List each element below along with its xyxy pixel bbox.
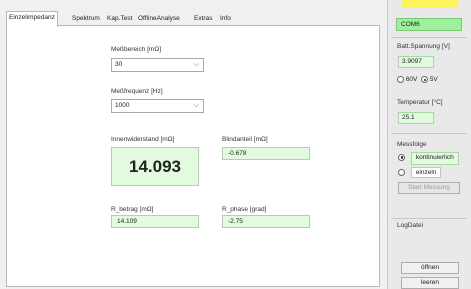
com-port-field[interactable]: COM6 — [396, 18, 462, 31]
logdatei-label: LogDatei — [397, 222, 424, 229]
start-messung-button[interactable]: Start Messung — [398, 182, 460, 194]
messfolge-radio-einzeln[interactable]: einzeln — [398, 167, 442, 178]
r-betrag-value: 14.109 — [111, 215, 199, 228]
status-indicator-strip — [402, 0, 458, 8]
temperatur-label: Temperatur [°C] — [397, 99, 443, 106]
voltage-radio-60v[interactable]: 60V — [397, 76, 417, 83]
blindanteil-label: Blindanteil [mΩ] — [222, 136, 268, 143]
radio-icon — [398, 168, 405, 176]
innenwiderstand-value: 14.093 — [111, 147, 199, 186]
r-phase-label: R_phase [grad] — [222, 206, 267, 213]
batt-spannung-label: Batt.Spannung [V] — [397, 43, 450, 50]
blindanteil-value: -0.678 — [222, 147, 310, 160]
einzeln-label: einzeln — [410, 167, 442, 178]
temperatur-value: 25.1 — [398, 112, 434, 124]
messfrequenz-select[interactable]: 1000 ⌵ — [111, 99, 204, 113]
r-betrag-label: R_betrag [mΩ] — [111, 206, 154, 213]
radio-icon — [397, 76, 404, 83]
open-log-button[interactable]: öffnen — [401, 262, 459, 274]
batt-spannung-value: 3.9097 — [398, 56, 434, 68]
tab-einzelimpedanz[interactable]: Einzelimpedanz — [6, 11, 58, 27]
tab-bar: Einzelimpedanz Spektrum Kap.Test Offline… — [6, 10, 380, 27]
messfolge-radio-kontinuierlich[interactable]: kontinuierlich — [398, 152, 459, 165]
r-phase-value: -2.75 — [222, 215, 310, 228]
voltage-radio-5v[interactable]: 5V — [421, 76, 438, 83]
kontinuierlich-label: kontinuierlich — [410, 152, 459, 165]
radio-selected-icon — [398, 153, 405, 161]
clear-log-button[interactable]: leeren — [401, 277, 459, 289]
divider — [391, 133, 467, 134]
radio-5v-label: 5V — [429, 76, 438, 84]
messfolge-label: Messfolge — [397, 141, 427, 148]
chevron-down-icon: ⌵ — [193, 61, 199, 68]
main-panel: Meßbereich [mΩ] 30 ⌵ Meßfrequenz [Hz] 10… — [6, 25, 380, 287]
messbereich-label: Meßbereich [mΩ] — [111, 46, 162, 53]
messfrequenz-value: 1000 — [115, 102, 130, 109]
divider — [391, 218, 467, 219]
radio-60v-label: 60V — [405, 76, 418, 84]
messbereich-select[interactable]: 30 ⌵ — [111, 58, 204, 72]
chevron-down-icon: ⌵ — [193, 102, 199, 109]
innenwiderstand-label: Innenwiderstand [mΩ] — [111, 136, 175, 143]
radio-selected-icon — [421, 76, 428, 83]
messbereich-value: 30 — [115, 61, 123, 68]
messfrequenz-label: Meßfrequenz [Hz] — [111, 88, 163, 95]
divider — [391, 37, 467, 38]
